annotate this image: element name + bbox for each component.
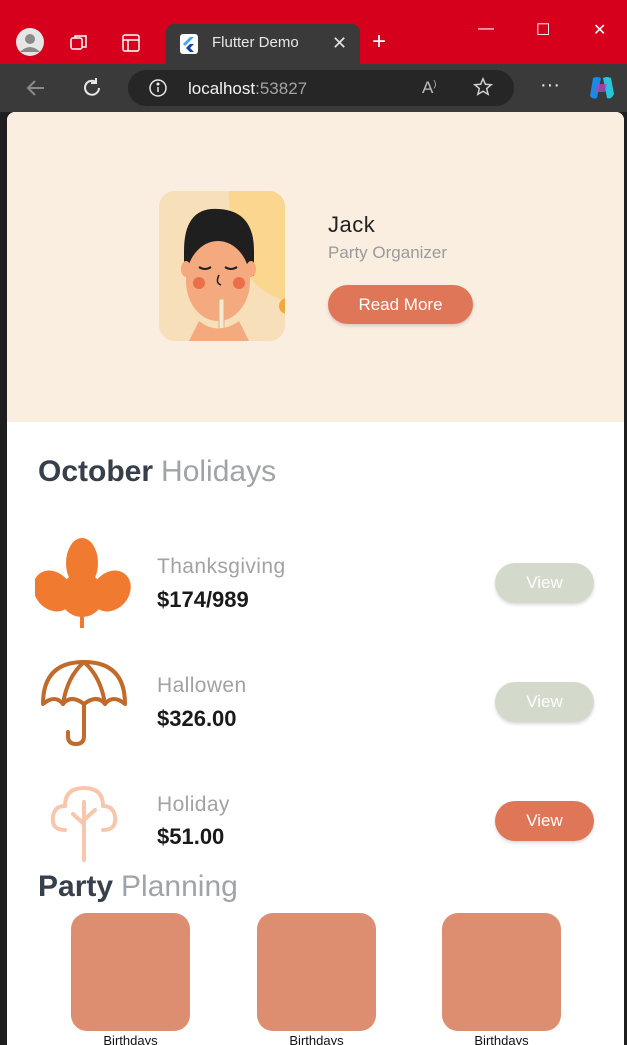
url-host: localhost	[188, 79, 256, 98]
site-info-icon[interactable]	[148, 78, 168, 103]
tab-title: Flutter Demo	[212, 34, 299, 51]
browser-titlebar: Flutter Demo ✕ + — ☐ ✕	[0, 0, 627, 64]
app-page: Jack Party Organizer Read More October Ho…	[7, 112, 624, 1045]
url-text[interactable]: localhost:53827	[188, 79, 307, 99]
refresh-icon[interactable]	[80, 76, 104, 105]
tab-flutter-demo[interactable]: Flutter Demo ✕	[166, 24, 360, 64]
profile-avatar-icon[interactable]	[15, 27, 45, 57]
holiday-price: $174/989	[157, 587, 249, 612]
holiday-name: Hallowen	[157, 674, 247, 697]
holiday-name: Holiday	[157, 793, 230, 816]
tree-icon	[35, 772, 133, 870]
holidays-title-bold: October	[38, 455, 154, 488]
party-card-label: Birthdays	[289, 1033, 344, 1045]
profile-role: Party Organizer	[328, 243, 448, 262]
party-card-label: Birthdays	[474, 1033, 529, 1045]
party-card[interactable]	[257, 913, 376, 1031]
profile-hero: Jack Party Organizer Read More	[7, 112, 624, 422]
party-section-title: Party Planning	[38, 870, 238, 904]
profile-name: Jack	[328, 212, 376, 237]
favorite-star-icon[interactable]	[472, 76, 494, 103]
avatar	[159, 191, 285, 341]
tab-actions-icon[interactable]	[116, 28, 146, 58]
minimize-icon[interactable]: —	[478, 20, 494, 38]
new-tab-icon[interactable]: +	[372, 28, 386, 56]
view-button[interactable]: View	[495, 682, 594, 722]
more-menu-icon[interactable]: ···	[540, 74, 560, 97]
browser-toolbar: localhost:53827 A) ···	[0, 64, 627, 112]
read-more-button[interactable]: Read More	[328, 285, 473, 324]
holiday-price: $51.00	[157, 824, 225, 849]
close-tab-icon[interactable]: ✕	[332, 33, 347, 54]
read-aloud-icon[interactable]: A)	[422, 78, 436, 98]
window-close-icon[interactable]: ✕	[593, 20, 606, 40]
party-card[interactable]	[71, 913, 190, 1031]
holiday-name: Thanksgiving	[157, 555, 286, 578]
maximize-icon[interactable]: ☐	[536, 20, 550, 40]
maple-leaf-icon	[33, 533, 133, 631]
view-button[interactable]: View	[495, 801, 594, 841]
address-bar[interactable]: localhost:53827 A)	[128, 70, 514, 106]
umbrella-icon	[35, 652, 133, 750]
holidays-title-light: Holidays	[161, 455, 277, 488]
party-title-light: Planning	[121, 870, 238, 903]
collections-icon[interactable]	[64, 28, 94, 58]
back-arrow-icon[interactable]	[24, 76, 48, 105]
holiday-price: $326.00	[157, 706, 237, 731]
view-button[interactable]: View	[495, 563, 594, 603]
url-port: :53827	[255, 79, 308, 98]
party-card-label: Birthdays	[103, 1033, 158, 1045]
party-title-bold: Party	[38, 870, 114, 903]
flutter-logo-icon	[180, 34, 198, 59]
copilot-icon[interactable]	[587, 74, 617, 107]
party-card[interactable]	[442, 913, 561, 1031]
holidays-section-title: October Holidays	[38, 455, 276, 489]
